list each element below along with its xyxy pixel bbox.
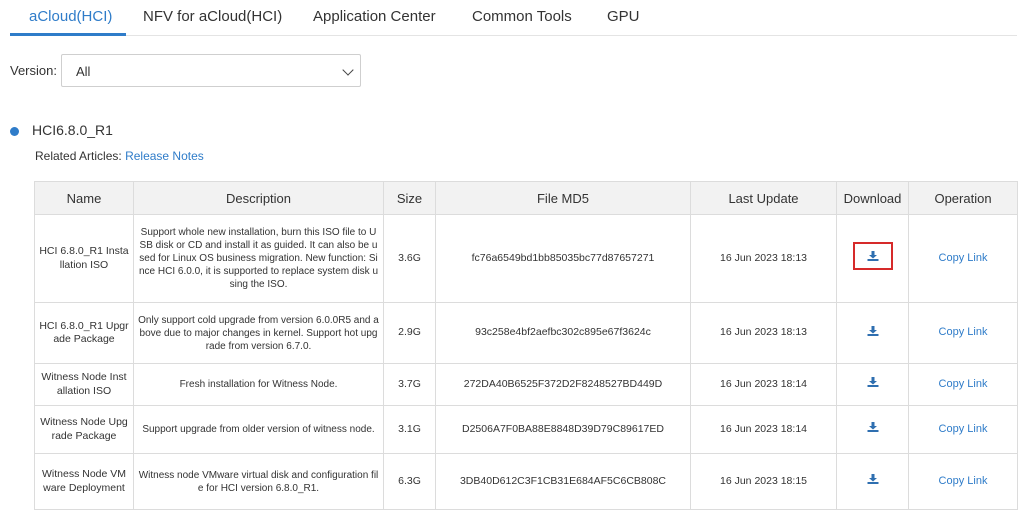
copy-link-button[interactable]: Copy Link <box>939 252 988 264</box>
related-articles: Related Articles: Release Notes <box>35 149 204 163</box>
row-operation-cell: Copy Link <box>908 405 1018 454</box>
row-download-cell <box>836 302 909 364</box>
row-md5: 93c258e4bf2aefbc302c895e67f3624c <box>435 302 691 364</box>
row-last-update: 16 Jun 2023 18:15 <box>690 453 837 510</box>
row-size: 2.9G <box>383 302 436 364</box>
related-articles-label: Related Articles: <box>35 149 122 163</box>
table-row: HCI 6.8.0_R1 Upgrade Package Only suppor… <box>34 302 1018 364</box>
table-row: HCI 6.8.0_R1 Installation ISO Support wh… <box>34 214 1018 303</box>
row-name: Witness Node Upgrade Package <box>34 405 134 454</box>
row-download-cell <box>836 453 909 510</box>
row-last-update: 16 Jun 2023 18:13 <box>690 302 837 364</box>
table-row: Witness Node Installation ISO Fresh inst… <box>34 363 1018 406</box>
row-description: Only support cold upgrade from version 6… <box>133 302 384 364</box>
tab-common-tools[interactable]: Common Tools <box>472 8 572 25</box>
row-download-cell <box>836 363 909 406</box>
version-selected-value: All <box>76 64 91 79</box>
version-select[interactable]: All <box>61 54 361 87</box>
row-md5: 272DA40B6525F372D2F8248527BD449D <box>435 363 691 406</box>
row-md5: D2506A7F0BA88E8848D39D79C89617ED <box>435 405 691 454</box>
row-name: HCI 6.8.0_R1 Upgrade Package <box>34 302 134 364</box>
download-icon <box>867 377 878 388</box>
release-title: HCI6.8.0_R1 <box>32 122 113 138</box>
header-last-update: Last Update <box>690 181 837 215</box>
downloads-table: Name Description Size File MD5 Last Upda… <box>34 181 1018 510</box>
row-description: Support whole new installation, burn thi… <box>133 214 384 303</box>
version-label: Version: <box>10 63 57 78</box>
row-name: Witness Node Installation ISO <box>34 363 134 406</box>
header-name: Name <box>34 181 134 215</box>
row-last-update: 16 Jun 2023 18:13 <box>690 214 837 303</box>
row-description: Support upgrade from older version of wi… <box>133 405 384 454</box>
tab-nfv-acloud-hci[interactable]: NFV for aCloud(HCI) <box>143 8 282 25</box>
header-size: Size <box>383 181 436 215</box>
header-description: Description <box>133 181 384 215</box>
download-button[interactable] <box>853 317 893 345</box>
release-notes-link[interactable]: Release Notes <box>125 149 204 163</box>
copy-link-button[interactable]: Copy Link <box>939 475 988 487</box>
download-button[interactable] <box>853 413 893 441</box>
active-tab-indicator <box>10 33 126 36</box>
row-operation-cell: Copy Link <box>908 302 1018 364</box>
copy-link-button[interactable]: Copy Link <box>939 423 988 435</box>
row-operation-cell: Copy Link <box>908 214 1018 303</box>
bullet-dot-icon <box>10 127 19 136</box>
row-last-update: 16 Jun 2023 18:14 <box>690 363 837 406</box>
row-size: 3.1G <box>383 405 436 454</box>
row-download-cell <box>836 214 909 303</box>
row-operation-cell: Copy Link <box>908 453 1018 510</box>
header-file-md5: File MD5 <box>435 181 691 215</box>
table-row: Witness Node VMware Deployment Witness n… <box>34 453 1018 510</box>
row-description: Fresh installation for Witness Node. <box>133 363 384 406</box>
row-md5: 3DB40D612C3F1CB31E684AF5C6CB808C <box>435 453 691 510</box>
download-icon <box>867 422 878 433</box>
row-operation-cell: Copy Link <box>908 363 1018 406</box>
table-row: Witness Node Upgrade Package Support upg… <box>34 405 1018 454</box>
row-name: HCI 6.8.0_R1 Installation ISO <box>34 214 134 303</box>
download-icon <box>867 251 878 262</box>
tab-acloud-hci[interactable]: aCloud(HCI) <box>29 8 112 25</box>
copy-link-button[interactable]: Copy Link <box>939 326 988 338</box>
row-description: Witness node VMware virtual disk and con… <box>133 453 384 510</box>
row-size: 6.3G <box>383 453 436 510</box>
row-md5: fc76a6549bd1bb85035bc77d87657271 <box>435 214 691 303</box>
download-icon <box>867 325 878 336</box>
table-header-row: Name Description Size File MD5 Last Upda… <box>34 181 1018 215</box>
tab-gpu[interactable]: GPU <box>607 8 640 25</box>
row-last-update: 16 Jun 2023 18:14 <box>690 405 837 454</box>
copy-link-button[interactable]: Copy Link <box>939 378 988 390</box>
chevron-down-icon <box>342 64 354 76</box>
download-button[interactable] <box>852 242 893 271</box>
header-download: Download <box>836 181 909 215</box>
row-size: 3.7G <box>383 363 436 406</box>
row-size: 3.6G <box>383 214 436 303</box>
category-tabs: aCloud(HCI) NFV for aCloud(HCI) Applicat… <box>10 0 1017 36</box>
row-name: Witness Node VMware Deployment <box>34 453 134 510</box>
row-download-cell <box>836 405 909 454</box>
tab-application-center[interactable]: Application Center <box>313 8 436 25</box>
version-filter: Version: All <box>10 54 370 87</box>
header-operation: Operation <box>908 181 1018 215</box>
download-button[interactable] <box>853 368 893 396</box>
download-icon <box>867 474 878 485</box>
download-button[interactable] <box>853 465 893 493</box>
